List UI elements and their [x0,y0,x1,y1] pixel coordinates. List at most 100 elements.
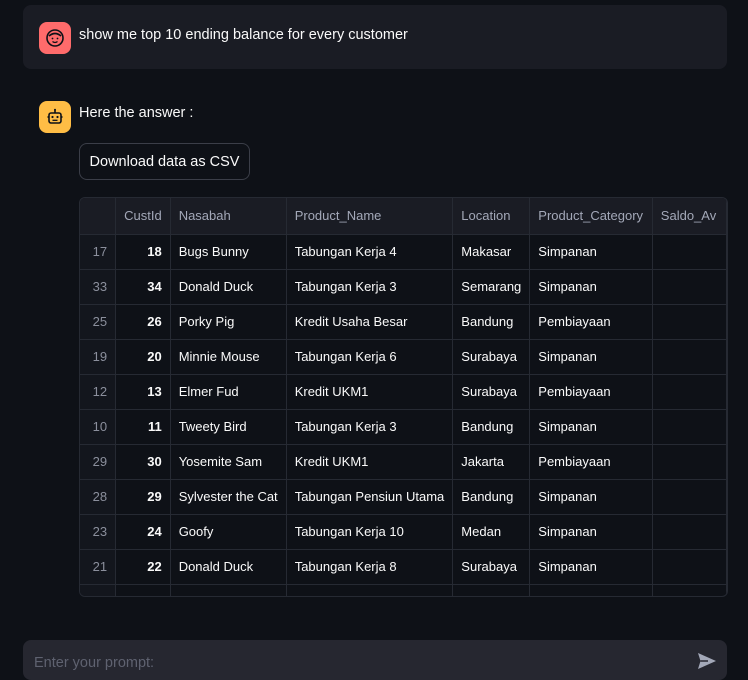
product-category-cell[interactable]: Pembiayaan [529,374,653,410]
table-row[interactable]: 25 26 Porky Pig Kredit Usaha Besar Bandu… [80,304,727,340]
user-avatar [39,22,71,54]
column-header-location[interactable]: Location [452,198,531,235]
table-row[interactable]: 21 22 Donald Duck Tabungan Kerja 8 Surab… [80,549,727,585]
table-row[interactable]: 28 29 Sylvester the Cat Tabungan Pensiun… [80,479,727,515]
nasabah-cell[interactable]: Bugs Bunny [170,234,287,270]
column-header-nasabah[interactable]: Nasabah [170,198,287,235]
data-table[interactable]: CustId Nasabah Product_Name Location Pro… [79,197,728,597]
custid-cell[interactable]: 11 [115,409,171,445]
row-index-cell: 29 [80,444,117,480]
saldo-cell[interactable] [652,339,727,375]
nasabah-cell[interactable]: Minnie Mouse [170,339,287,375]
product-name-cell[interactable]: Tabungan Pensiun Utama [286,479,454,515]
table-row[interactable]: 12 13 Elmer Fud Kredit UKM1 Surabaya Pem… [80,374,727,410]
row-index-cell: 28 [80,479,117,515]
table-row[interactable]: 29 30 Yosemite Sam Kredit UKM1 Jakarta P… [80,444,727,480]
column-header-index[interactable] [80,198,117,235]
custid-cell[interactable]: 13 [115,374,171,410]
product-name-cell[interactable]: Tabungan Kerja 3 [286,409,454,445]
location-cell[interactable]: Bandung [452,304,531,340]
product-name-cell[interactable]: Tabungan Kerja 4 [286,234,454,270]
product-category-cell[interactable]: Simpanan [529,479,653,515]
row-index-cell: 17 [80,234,117,270]
column-header-custid[interactable]: CustId [115,198,171,235]
table-row[interactable]: 23 24 Goofy Tabungan Kerja 10 Medan Simp… [80,514,727,550]
location-cell[interactable]: Jakarta [452,444,531,480]
product-category-cell[interactable]: Pembiayaan [529,444,653,480]
table-row[interactable]: 33 34 Donald Duck Tabungan Kerja 3 Semar… [80,269,727,305]
saldo-cell[interactable] [652,444,727,480]
nasabah-cell[interactable]: Goofy [170,514,287,550]
location-cell[interactable]: Surabaya [452,339,531,375]
product-name-cell[interactable]: Tabungan Kerja 8 [286,549,454,585]
product-name-cell[interactable]: Kredit UKM1 [286,374,454,410]
custid-cell[interactable]: 22 [115,549,171,585]
custid-cell[interactable]: 24 [115,514,171,550]
product-name-cell[interactable]: Tabungan Kerja 10 [286,514,454,550]
product-name-cell[interactable]: Kredit Usaha Besar [286,304,454,340]
row-index-cell: 23 [80,514,117,550]
row-index-cell: 33 [80,269,117,305]
download-csv-button[interactable]: Download data as CSV [79,143,250,180]
product-name-cell[interactable]: Tabungan Kerja 6 [286,339,454,375]
saldo-cell[interactable] [652,304,727,340]
user-message: show me top 10 ending balance for every … [23,5,727,69]
product-category-cell[interactable]: Simpanan [529,514,653,550]
nasabah-cell[interactable]: Tweety Bird [170,409,287,445]
column-header-saldo[interactable]: Saldo_Av [652,198,727,235]
location-cell[interactable]: Medan [452,514,531,550]
nasabah-cell[interactable]: Yosemite Sam [170,444,287,480]
row-index-cell: 25 [80,304,117,340]
table-header-row: CustId Nasabah Product_Name Location Pro… [80,198,727,235]
location-cell[interactable]: Surabaya [452,549,531,585]
row-index-cell: 21 [80,549,117,585]
row-index-cell: 12 [80,374,117,410]
table-row[interactable]: 19 20 Minnie Mouse Tabungan Kerja 6 Sura… [80,339,727,375]
row-index-cell: 19 [80,339,117,375]
user-message-text: show me top 10 ending balance for every … [79,27,408,43]
custid-cell[interactable]: 20 [115,339,171,375]
saldo-cell[interactable] [652,514,727,550]
saldo-cell[interactable] [652,234,727,270]
nasabah-cell[interactable]: Elmer Fud [170,374,287,410]
location-cell[interactable]: Bandung [452,409,531,445]
product-category-cell[interactable]: Simpanan [529,234,653,270]
saldo-cell[interactable] [652,479,727,515]
location-cell[interactable]: Surabaya [452,374,531,410]
nasabah-cell[interactable]: Sylvester the Cat [170,479,287,515]
product-name-cell[interactable]: Kredit UKM1 [286,444,454,480]
custid-cell[interactable]: 30 [115,444,171,480]
table-row[interactable]: 10 11 Tweety Bird Tabungan Kerja 3 Bandu… [80,409,727,445]
nasabah-cell[interactable]: Porky Pig [170,304,287,340]
assistant-message-text: Here the answer : [79,105,194,121]
table-row[interactable]: 17 18 Bugs Bunny Tabungan Kerja 4 Makasa… [80,234,727,270]
custid-cell[interactable]: 29 [115,479,171,515]
user-face-icon [46,29,64,47]
product-category-cell[interactable]: Pembiayaan [529,304,653,340]
saldo-cell[interactable] [652,374,727,410]
prompt-input[interactable] [32,651,676,675]
product-category-cell[interactable]: Simpanan [529,339,653,375]
product-category-cell[interactable]: Simpanan [529,269,653,305]
column-header-product-name[interactable]: Product_Name [286,198,454,235]
table-row-partial[interactable] [80,584,727,596]
location-cell[interactable]: Semarang [452,269,531,305]
saldo-cell[interactable] [652,409,727,445]
custid-cell[interactable]: 18 [115,234,171,270]
product-category-cell[interactable]: Simpanan [529,409,653,445]
prompt-bar [23,640,727,680]
product-category-cell[interactable]: Simpanan [529,549,653,585]
column-header-product-category[interactable]: Product_Category [529,198,653,235]
saldo-cell[interactable] [652,549,727,585]
location-cell[interactable]: Makasar [452,234,531,270]
saldo-cell[interactable] [652,269,727,305]
nasabah-cell[interactable]: Donald Duck [170,549,287,585]
custid-cell[interactable]: 34 [115,269,171,305]
assistant-avatar [39,101,71,133]
send-icon[interactable] [696,650,718,672]
custid-cell[interactable]: 26 [115,304,171,340]
row-index-cell: 10 [80,409,117,445]
product-name-cell[interactable]: Tabungan Kerja 3 [286,269,454,305]
location-cell[interactable]: Bandung [452,479,531,515]
nasabah-cell[interactable]: Donald Duck [170,269,287,305]
